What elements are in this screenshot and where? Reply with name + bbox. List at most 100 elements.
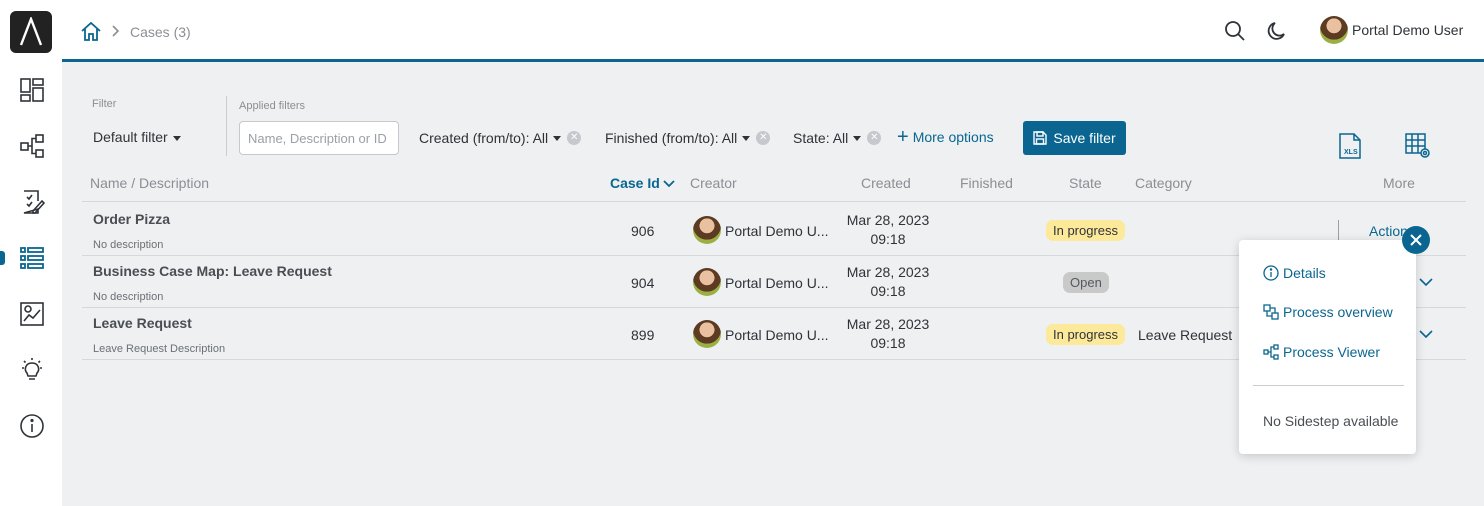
case-description: No description bbox=[93, 239, 164, 251]
caret-down-icon bbox=[853, 135, 862, 141]
search-icon[interactable] bbox=[1224, 20, 1246, 42]
col-creator[interactable]: Creator bbox=[690, 175, 737, 191]
caret-down-icon bbox=[742, 135, 751, 141]
chevron-down-icon[interactable] bbox=[1419, 329, 1433, 339]
case-name[interactable]: Leave Request bbox=[93, 315, 192, 331]
created-filter-chip[interactable]: Created (from/to): All ✕ bbox=[419, 130, 582, 146]
status-badge: In progress bbox=[1046, 324, 1126, 345]
col-case-id[interactable]: Case Id bbox=[610, 175, 675, 191]
user-name[interactable]: Portal Demo User bbox=[1352, 22, 1463, 38]
actions-popup: Details Process overview Process Viewer … bbox=[1239, 240, 1416, 454]
status-badge: In progress bbox=[1046, 220, 1126, 241]
case-name[interactable]: Order Pizza bbox=[93, 211, 170, 227]
case-id: 906 bbox=[631, 223, 655, 239]
process-overview-menu-item[interactable]: Process overview bbox=[1263, 304, 1393, 320]
chevron-down-icon[interactable] bbox=[1419, 277, 1433, 287]
col-created[interactable]: Created bbox=[861, 175, 911, 191]
applied-filters-label: Applied filters bbox=[239, 100, 306, 112]
moon-icon[interactable] bbox=[1266, 20, 1288, 42]
state-filter-chip[interactable]: State: All ✕ bbox=[793, 130, 882, 146]
process-overview-icon bbox=[1263, 304, 1279, 320]
created-date-value: Mar 28, 2023 bbox=[846, 316, 930, 332]
case-name[interactable]: Business Case Map: Leave Request bbox=[93, 263, 332, 279]
clear-finished-filter-icon[interactable]: ✕ bbox=[756, 131, 771, 145]
info-icon[interactable] bbox=[18, 412, 46, 440]
col-more: More bbox=[1383, 175, 1415, 191]
default-filter-dropdown[interactable]: Default filter bbox=[93, 129, 181, 145]
created-date: Mar 28, 2023 09:18 bbox=[846, 263, 930, 301]
process-viewer-label: Process Viewer bbox=[1283, 344, 1381, 360]
creator-avatar bbox=[693, 216, 721, 244]
finished-filter-chip[interactable]: Finished (from/to): All ✕ bbox=[605, 130, 771, 146]
svg-text:XLS: XLS bbox=[1344, 149, 1358, 156]
filter-label: Filter bbox=[92, 98, 117, 110]
app-logo[interactable] bbox=[10, 11, 52, 53]
state-filter-label: State: All bbox=[793, 130, 849, 146]
more-options-button[interactable]: + More options bbox=[897, 126, 994, 148]
info-icon bbox=[1263, 265, 1279, 281]
caret-down-icon bbox=[172, 135, 181, 141]
more-divider bbox=[1338, 220, 1339, 242]
breadcrumb-cases[interactable]: Cases (3) bbox=[130, 24, 191, 40]
col-finished[interactable]: Finished bbox=[960, 175, 1013, 191]
case-description: No description bbox=[93, 291, 164, 303]
creator-name: Portal Demo U... bbox=[725, 275, 829, 291]
filter-divider bbox=[226, 96, 227, 156]
created-date: Mar 28, 2023 09:18 bbox=[846, 315, 930, 353]
details-label: Details bbox=[1283, 265, 1326, 281]
case-category: Leave Request bbox=[1138, 327, 1233, 343]
statistics-icon[interactable] bbox=[18, 300, 46, 328]
process-overview-label: Process overview bbox=[1283, 304, 1393, 320]
close-icon bbox=[1410, 234, 1422, 246]
col-state[interactable]: State bbox=[1069, 175, 1102, 191]
clear-created-filter-icon[interactable]: ✕ bbox=[567, 131, 582, 145]
case-search-input[interactable] bbox=[239, 121, 399, 155]
created-time-value: 09:18 bbox=[870, 283, 906, 299]
case-description: Leave Request Description bbox=[93, 343, 226, 355]
column-settings-icon[interactable] bbox=[1405, 133, 1431, 159]
dashboard-icon[interactable] bbox=[18, 76, 46, 104]
header-divider bbox=[82, 201, 1466, 202]
no-sidestep-text: No Sidestep available bbox=[1263, 413, 1399, 429]
default-filter-label: Default filter bbox=[93, 129, 168, 145]
cases-icon[interactable] bbox=[18, 244, 46, 272]
clear-state-filter-icon[interactable]: ✕ bbox=[867, 131, 882, 145]
caret-down-icon bbox=[553, 135, 562, 141]
created-date: Mar 28, 2023 09:18 bbox=[846, 211, 930, 249]
save-filter-label: Save filter bbox=[1053, 130, 1116, 146]
case-id: 899 bbox=[631, 327, 655, 343]
finished-filter-label: Finished (from/to): All bbox=[605, 130, 738, 146]
user-avatar[interactable] bbox=[1320, 16, 1348, 44]
status-badge: Open bbox=[1063, 272, 1109, 293]
col-category[interactable]: Category bbox=[1135, 175, 1192, 191]
logo-icon bbox=[19, 17, 43, 46]
save-icon bbox=[1033, 131, 1048, 145]
case-id: 904 bbox=[631, 275, 655, 291]
created-time-value: 09:18 bbox=[870, 335, 906, 351]
created-time-value: 09:18 bbox=[870, 231, 906, 247]
created-date-value: Mar 28, 2023 bbox=[846, 212, 930, 228]
breadcrumb-chevron-icon bbox=[112, 25, 120, 37]
tasks-icon[interactable] bbox=[18, 188, 46, 216]
plus-icon: + bbox=[897, 126, 909, 148]
lightbulb-icon[interactable] bbox=[18, 356, 46, 384]
details-menu-item[interactable]: Details bbox=[1263, 265, 1326, 281]
creator-name: Portal Demo U... bbox=[725, 327, 829, 343]
sort-desc-icon bbox=[663, 180, 675, 188]
export-xls-icon[interactable]: XLS bbox=[1337, 133, 1363, 159]
home-icon[interactable] bbox=[80, 20, 102, 42]
save-filter-button[interactable]: Save filter bbox=[1023, 121, 1126, 155]
creator-avatar bbox=[693, 320, 721, 348]
close-popup-button[interactable] bbox=[1402, 226, 1430, 254]
process-viewer-menu-item[interactable]: Process Viewer bbox=[1263, 344, 1380, 360]
creator-name: Portal Demo U... bbox=[725, 223, 829, 239]
created-date-value: Mar 28, 2023 bbox=[846, 264, 930, 280]
process-icon[interactable] bbox=[18, 132, 46, 160]
active-indicator bbox=[0, 251, 5, 265]
popup-divider bbox=[1253, 385, 1404, 386]
top-header: Cases (3) Portal Demo User bbox=[62, 0, 1484, 62]
more-options-label: More options bbox=[912, 129, 994, 145]
col-name-description[interactable]: Name / Description bbox=[90, 175, 209, 191]
col-case-id-label: Case Id bbox=[610, 175, 660, 191]
process-viewer-icon bbox=[1263, 344, 1279, 360]
